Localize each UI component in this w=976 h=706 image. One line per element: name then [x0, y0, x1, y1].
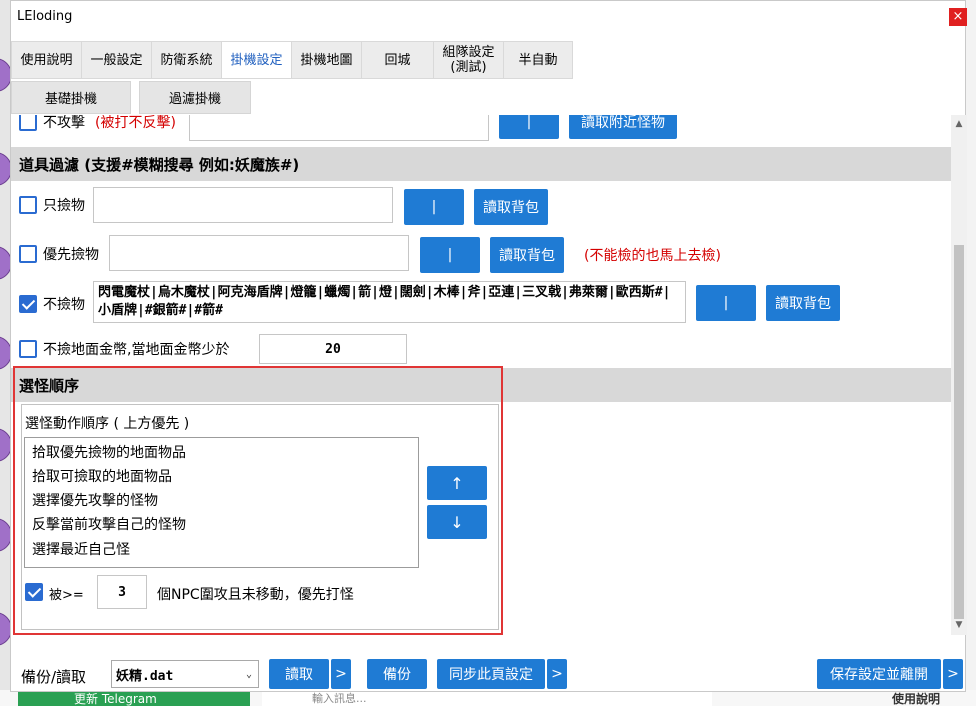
only-pick-label: 只撿物 [43, 198, 85, 214]
list-item[interactable]: 反擊當前攻擊自己的怪物 [32, 514, 186, 534]
priority-pick-note: (不能檢的也馬上去檢) [584, 248, 721, 264]
list-item[interactable]: 選擇優先攻擊的怪物 [32, 490, 158, 510]
scroll-down-icon[interactable]: ▼ [951, 620, 967, 630]
only-pick-read-bag-button[interactable]: 讀取背包 [474, 189, 548, 225]
read-file-button[interactable]: 讀取 [269, 659, 329, 689]
scroll-up-icon[interactable]: ▲ [951, 119, 967, 129]
save-and-exit-button[interactable]: 保存設定並離開 [817, 659, 941, 689]
priority-pick-input[interactable] [109, 235, 409, 271]
save-more-button[interactable]: > [943, 659, 963, 689]
only-pick-checkbox[interactable] [19, 196, 37, 214]
no-attack-input[interactable] [189, 115, 489, 141]
monster-order-list[interactable]: 拾取優先撿物的地面物品 拾取可撿取的地面物品 選擇優先攻擊的怪物 反擊當前攻擊自… [24, 437, 419, 568]
no-pick-read-bag-button[interactable]: 讀取背包 [766, 285, 840, 321]
list-item[interactable]: 拾取可撿取的地面物品 [32, 466, 172, 486]
surround-count-input[interactable]: 3 [97, 575, 147, 609]
sync-more-button[interactable]: > [547, 659, 567, 689]
surround-label: 被>= [49, 588, 84, 603]
no-pick-label: 不撿物 [43, 297, 85, 313]
item-filter-header: 道具過濾 (支援#模糊搜尋 例如:妖魔族#) [11, 147, 951, 181]
no-attack-separator-button[interactable]: | [499, 115, 559, 139]
only-pick-input[interactable] [93, 187, 393, 223]
tab-hangup-map[interactable]: 掛機地圖 [291, 41, 361, 79]
backup-button[interactable]: 備份 [367, 659, 427, 689]
tab-semi-auto[interactable]: 半自動 [503, 41, 573, 79]
no-attack-label: 不攻擊 [43, 115, 85, 131]
no-pick-input[interactable]: 閃電魔杖|烏木魔杖|阿克海盾牌|燈籠|蠟燭|箭|燈|闊劍|木棒|斧|亞連|三叉戟… [93, 281, 686, 323]
subtab-filter[interactable]: 過濾掛機 [139, 81, 251, 114]
tab-return-town[interactable]: 回城 [361, 41, 433, 79]
tab-party[interactable]: 組隊設定 (測試) [433, 41, 503, 79]
backup-file-value: 妖精.dat [116, 668, 174, 684]
no-gold-checkbox[interactable] [19, 340, 37, 358]
no-pick-separator-button[interactable]: | [696, 285, 756, 321]
list-item[interactable]: 拾取優先撿物的地面物品 [32, 442, 186, 462]
sync-page-settings-button[interactable]: 同步此頁設定 [437, 659, 545, 689]
subtab-basic[interactable]: 基礎掛機 [11, 81, 131, 114]
chevron-down-icon: ⌄ [245, 669, 252, 680]
only-pick-separator-button[interactable]: | [404, 189, 464, 225]
surround-priority-checkbox[interactable] [25, 583, 43, 601]
no-pick-checkbox[interactable] [19, 295, 37, 313]
tab-defense[interactable]: 防衛系統 [151, 41, 221, 79]
monster-order-group-title: 選怪動作順序 ( 上方優先 ) [25, 416, 190, 432]
tab-instructions[interactable]: 使用說明 [11, 41, 81, 79]
priority-pick-read-bag-button[interactable]: 讀取背包 [490, 237, 564, 273]
sub-tabs: 基礎掛機 過濾掛機 [11, 81, 251, 115]
main-tabs: 使用說明 一般設定 防衛系統 掛機設定 掛機地圖 回城 組隊設定 (測試) 半自… [11, 41, 573, 79]
no-attack-checkbox[interactable] [19, 115, 37, 131]
content-scrollbar[interactable]: ▲ ▼ [951, 115, 967, 635]
no-attack-note: (被打不反擊) [95, 115, 176, 131]
priority-pick-separator-button[interactable]: | [420, 237, 480, 273]
window-title: LEloding [17, 9, 73, 24]
read-more-button[interactable]: > [331, 659, 351, 689]
priority-pick-label: 優先撿物 [43, 247, 99, 263]
desktop-background-right [966, 0, 976, 706]
bottom-toolbar: 備份/讀取 妖精.dat ⌄ 讀取 > 備份 同步此頁設定 > 保存設定並離開 … [11, 647, 967, 693]
scrollbar-thumb[interactable] [954, 245, 964, 619]
read-nearby-monsters-button[interactable]: 讀取附近怪物 [569, 115, 677, 139]
close-button[interactable]: × [949, 8, 967, 26]
backup-read-label: 備份/讀取 [21, 668, 87, 686]
priority-pick-checkbox[interactable] [19, 245, 37, 263]
no-gold-label: 不撿地面金幣,當地面金幣少於 [43, 342, 230, 358]
move-up-button[interactable]: ↑ [427, 466, 487, 500]
move-down-button[interactable]: ↓ [427, 505, 487, 539]
backup-file-select[interactable]: 妖精.dat ⌄ [111, 660, 259, 688]
settings-window: LEloding × 使用說明 一般設定 防衛系統 掛機設定 掛機地圖 回城 組… [10, 0, 967, 693]
tab-hangup-settings[interactable]: 掛機設定 [221, 41, 291, 79]
surround-suffix: 個NPC圍攻且未移動，優先打怪 [157, 587, 354, 603]
settings-content: 不攻擊 (被打不反擊) | 讀取附近怪物 道具過濾 (支援#模糊搜尋 例如:妖魔… [11, 115, 951, 635]
tab-general[interactable]: 一般設定 [81, 41, 151, 79]
no-gold-amount-input[interactable]: 20 [259, 334, 407, 364]
list-item[interactable]: 選擇最近自己怪 [32, 539, 130, 559]
